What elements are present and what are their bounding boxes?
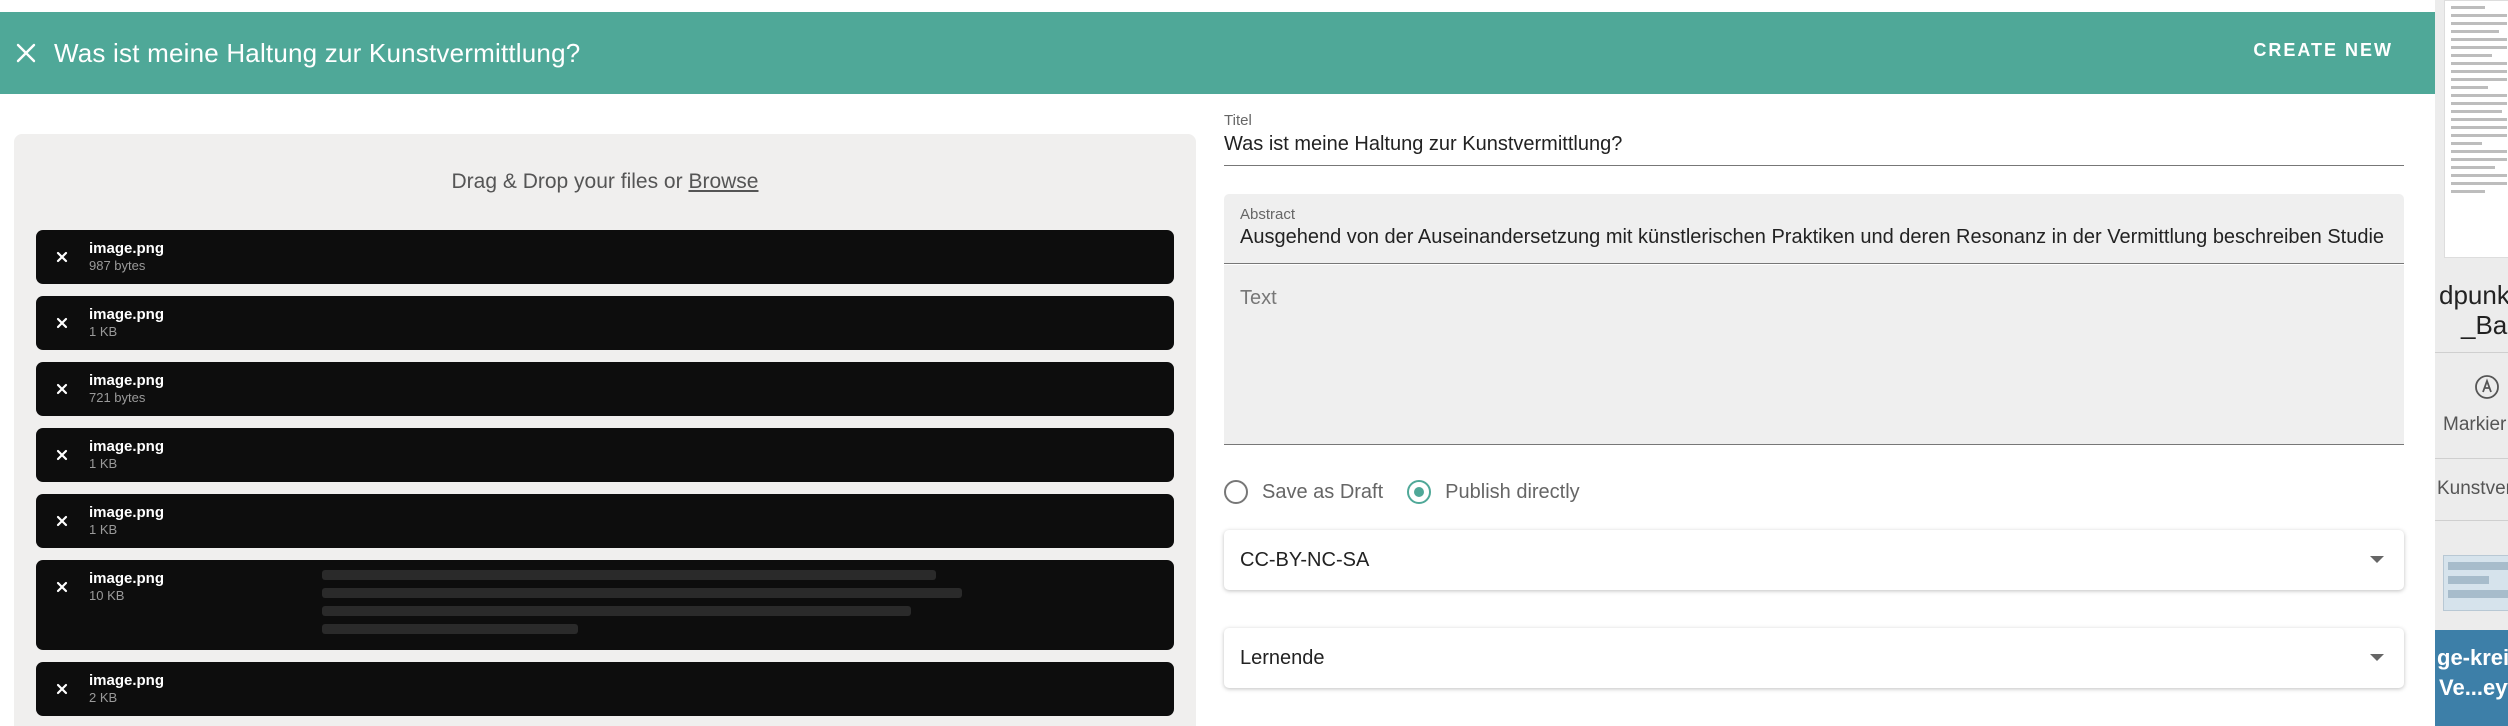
file-name: image.png — [89, 372, 165, 389]
remove-file-button[interactable] — [50, 443, 74, 467]
file-name: image.png — [89, 438, 165, 455]
document-title-line1: dpunk — [2439, 280, 2508, 310]
close-icon — [56, 383, 68, 395]
license-select[interactable]: CC-BY-NC-SA — [1224, 530, 2404, 590]
text-field[interactable]: Text — [1224, 265, 2404, 445]
file-item: image.png 10 KB — [36, 560, 1174, 650]
header-bar: Was ist meine Haltung zur Kunstvermittlu… — [0, 12, 2435, 94]
radio-checked-icon — [1407, 480, 1432, 504]
dropzone-text: Drag & Drop your files or — [451, 170, 683, 193]
markup-icon[interactable] — [2474, 374, 2500, 400]
file-item: image.png 721 bytes — [36, 362, 1174, 416]
close-icon — [56, 317, 68, 329]
file-item: image.png 2 KB — [36, 662, 1174, 716]
close-icon — [16, 43, 36, 63]
file-preview-placeholder — [322, 570, 962, 644]
title-label: Titel — [1224, 112, 1252, 129]
publish-options: Save as Draft Publish directly — [1224, 472, 1604, 512]
remove-file-button[interactable] — [50, 677, 74, 701]
file-size: 721 bytes — [89, 390, 146, 405]
file-size: 10 KB — [89, 588, 125, 603]
remove-file-button[interactable] — [50, 311, 74, 335]
remove-file-button[interactable] — [50, 509, 74, 533]
app-window: Was ist meine Haltung zur Kunstvermittlu… — [0, 0, 2508, 726]
audience-value: Lernende — [1240, 647, 1325, 669]
publish-directly-radio[interactable]: Publish directly — [1407, 480, 1580, 504]
divider — [2435, 352, 2508, 353]
radio-unchecked-icon — [1224, 480, 1248, 504]
markup-label[interactable]: Markier — [2443, 414, 2506, 436]
sidebar-item-label[interactable]: Kunstver — [2437, 478, 2508, 500]
dropzone[interactable]: Drag & Drop your files or Browse — [14, 170, 1196, 194]
remove-file-button[interactable] — [50, 377, 74, 401]
title-field[interactable]: Titel Was ist meine Haltung zur Kunstver… — [1224, 108, 2404, 166]
save-draft-label: Save as Draft — [1262, 480, 1384, 503]
close-icon — [56, 683, 68, 695]
file-item: image.png 1 KB — [36, 494, 1174, 548]
divider — [2435, 458, 2508, 459]
file-size: 1 KB — [89, 456, 118, 471]
close-icon — [56, 251, 68, 263]
publish-directly-label: Publish directly — [1445, 480, 1580, 503]
file-size: 1 KB — [89, 324, 118, 339]
title-input[interactable]: Was ist meine Haltung zur Kunstvermittlu… — [1224, 133, 1622, 156]
text-placeholder: Text — [1240, 287, 1277, 309]
file-size: 987 bytes — [89, 258, 146, 273]
divider — [2435, 520, 2508, 521]
close-icon — [56, 581, 68, 593]
remove-file-button[interactable] — [50, 575, 74, 599]
file-size: 2 KB — [89, 690, 118, 705]
close-icon — [56, 515, 68, 527]
create-new-button[interactable]: CREATE NEW — [2253, 40, 2393, 61]
file-name: image.png — [89, 504, 165, 521]
desktop-file-label-line2[interactable]: Ve...eyw — [2439, 675, 2508, 701]
file-name: image.png — [89, 306, 165, 323]
file-name: image.png — [89, 240, 165, 257]
file-item: image.png 1 KB — [36, 428, 1174, 482]
upload-panel: Drag & Drop your files or Browse image.p… — [14, 134, 1196, 726]
file-item: image.png 1 KB — [36, 296, 1174, 350]
file-name: image.png — [89, 570, 165, 587]
remove-file-button[interactable] — [50, 245, 74, 269]
close-button[interactable] — [4, 31, 48, 75]
document-title-line2: _Bas — [2461, 310, 2508, 340]
desktop-file-label-line1[interactable]: ge-kreis — [2437, 645, 2508, 671]
document-thumbnail[interactable] — [2444, 0, 2508, 258]
abstract-label: Abstract — [1240, 206, 1296, 223]
chevron-down-icon — [2370, 654, 2384, 661]
license-value: CC-BY-NC-SA — [1240, 549, 1370, 571]
file-item: image.png 987 bytes — [36, 230, 1174, 284]
chevron-down-icon — [2370, 556, 2384, 563]
side-panel: dpunk _Bas Markier Kunstver ge-kreis Ve.… — [2435, 0, 2508, 726]
audience-select[interactable]: Lernende — [1224, 628, 2404, 688]
file-name: image.png — [89, 672, 165, 689]
abstract-field[interactable]: Abstract Ausgehend von der Auseinanderse… — [1224, 194, 2404, 264]
screenshot-thumbnail[interactable] — [2443, 555, 2508, 611]
file-size: 1 KB — [89, 522, 118, 537]
close-icon — [56, 449, 68, 461]
save-draft-radio[interactable]: Save as Draft — [1224, 480, 1383, 504]
page-title: Was ist meine Haltung zur Kunstvermittlu… — [54, 37, 581, 68]
abstract-input[interactable]: Ausgehend von der Auseinandersetzung mit… — [1240, 226, 2390, 249]
browse-link[interactable]: Browse — [688, 170, 758, 193]
